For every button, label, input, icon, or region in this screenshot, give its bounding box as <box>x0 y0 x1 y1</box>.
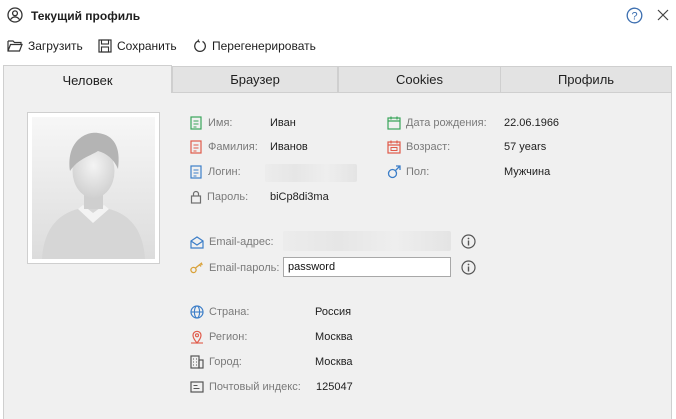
calendar-icon <box>387 116 401 130</box>
gender-value: Мужчина <box>504 166 551 178</box>
zip-value: 125047 <box>316 381 353 393</box>
age-label-group: Возраст: <box>387 139 450 155</box>
folder-open-icon <box>7 40 23 52</box>
login-redacted <box>265 164 357 182</box>
lock-icon <box>190 190 202 204</box>
save-label: Сохранить <box>117 39 177 53</box>
key-icon <box>190 262 203 274</box>
tab-profile[interactable]: Профиль <box>500 66 672 93</box>
close-icon[interactable] <box>656 8 670 22</box>
password-label: Пароль: <box>207 191 249 203</box>
regenerate-label: Перегенерировать <box>212 39 316 53</box>
tab-label: Профиль <box>557 72 615 87</box>
envelope-icon <box>190 235 204 249</box>
svg-text:?: ? <box>631 11 637 23</box>
id-card-icon <box>190 165 202 179</box>
help-icon[interactable]: ? <box>626 7 643 24</box>
refresh-icon <box>194 39 206 52</box>
person-silhouette-icon <box>32 117 155 259</box>
regenerate-button[interactable]: Перегенерировать <box>193 37 316 55</box>
save-button[interactable]: Сохранить <box>98 37 177 55</box>
zip-label: Почтовый индекс: <box>209 381 301 393</box>
save-icon <box>98 39 112 53</box>
tab-cookies[interactable]: Cookies <box>338 66 501 93</box>
region-label-group: Регион: <box>190 329 247 345</box>
country-label-group: Страна: <box>190 304 249 320</box>
email-label: Email-адрес: <box>209 236 274 248</box>
load-label: Загрузить <box>28 39 83 53</box>
load-button[interactable]: Загрузить <box>7 37 83 55</box>
info-icon[interactable] <box>461 260 476 275</box>
user-circle-icon <box>7 7 23 23</box>
last-name-label: Фамилия: <box>208 141 258 153</box>
id-card-icon <box>190 116 202 130</box>
city-label: Город: <box>209 356 242 368</box>
tab-label: Браузер <box>230 72 280 87</box>
birth-date-value: 22.06.1966 <box>504 117 560 129</box>
avatar <box>27 112 160 264</box>
password-label-group: Пароль: <box>190 189 248 205</box>
login-label-group: Логин: <box>190 164 241 180</box>
gender-label-group: Пол: <box>387 164 429 180</box>
tab-person[interactable]: Человек <box>3 65 172 95</box>
tab-strip: Человек Браузер Cookies Профиль <box>3 65 672 95</box>
tab-browser[interactable]: Браузер <box>172 66 338 93</box>
window-title: Текущий профиль <box>31 9 141 23</box>
male-symbol-icon <box>387 165 401 179</box>
email-password-input[interactable] <box>283 257 451 277</box>
postal-code-icon <box>190 381 204 393</box>
email-password-label-group: Email-пароль: <box>190 260 279 276</box>
first-name-label: Имя: <box>208 117 233 129</box>
email-label-group: Email-адрес: <box>190 234 274 250</box>
login-label: Логин: <box>208 166 241 178</box>
email-redacted <box>283 231 451 251</box>
tab-label: Cookies <box>396 72 443 87</box>
id-card-icon <box>190 140 202 154</box>
first-name-label-group: Имя: <box>190 115 232 131</box>
last-name-value: Иванов <box>270 141 308 153</box>
globe-icon <box>190 305 204 319</box>
email-password-label: Email-пароль: <box>209 262 280 274</box>
toolbar: Загрузить Сохранить Перегенерировать <box>0 32 676 60</box>
info-icon[interactable] <box>461 234 476 249</box>
title-bar: Текущий профиль ? <box>0 0 676 32</box>
zip-label-group: Почтовый индекс: <box>190 379 301 395</box>
last-name-label-group: Фамилия: <box>190 139 258 155</box>
birth-date-label: Дата рождения: <box>406 117 487 129</box>
map-pin-icon <box>191 330 203 344</box>
first-name-value: Иван <box>270 117 296 129</box>
region-value: Москва <box>315 331 353 343</box>
age-label: Возраст: <box>406 141 451 153</box>
gender-label: Пол: <box>406 166 430 178</box>
tab-label: Человек <box>62 73 113 88</box>
city-value: Москва <box>315 356 353 368</box>
age-value: 57 years <box>504 141 547 153</box>
birth-date-label-group: Дата рождения: <box>387 115 487 131</box>
building-icon <box>190 355 204 369</box>
region-label: Регион: <box>209 331 248 343</box>
country-value: Россия <box>315 306 352 318</box>
country-label: Страна: <box>209 306 250 318</box>
city-label-group: Город: <box>190 354 242 370</box>
calendar-icon <box>387 140 401 154</box>
password-value: biCp8di3ma <box>270 191 329 203</box>
